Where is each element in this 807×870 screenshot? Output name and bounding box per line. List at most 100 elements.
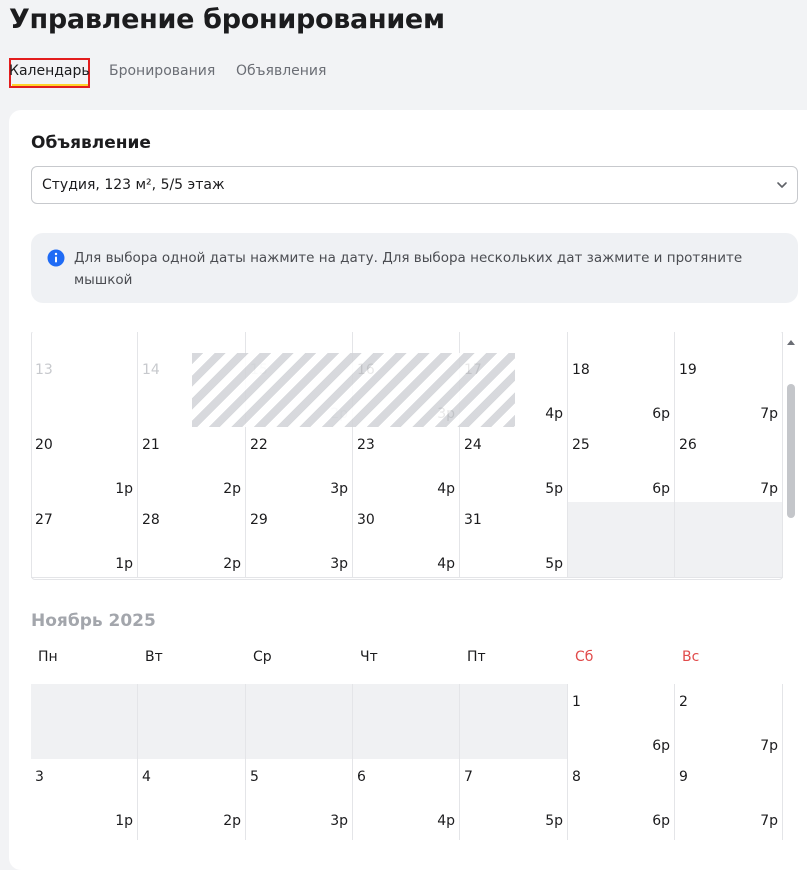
active-tab-underline: [12, 84, 88, 86]
scrollbar-thumb[interactable]: [787, 384, 795, 518]
calendar-empty-cell: [31, 684, 138, 760]
day-number: 29: [250, 512, 268, 528]
calendar-day-cell[interactable]: 28 2р: [138, 502, 246, 578]
calendar-day-cell[interactable]: 7 5р: [460, 759, 568, 835]
listing-select[interactable]: Студия, 123 м², 5/5 этаж: [31, 166, 798, 204]
calendar-empty-cell: [460, 684, 568, 760]
calendar-empty-cell: [246, 684, 353, 760]
day-number: 30: [357, 512, 375, 528]
calendar-day-cell[interactable]: 29 3р: [246, 502, 353, 578]
calendar-day-cell-clipped: [353, 834, 460, 840]
day-price: 6р: [652, 406, 670, 422]
day-price: 2р: [223, 556, 241, 572]
calendar-day-cell[interactable]: 13: [31, 352, 138, 428]
calendar-day-cell[interactable]: 15 2р: [246, 352, 353, 428]
calendar-day-cell-clipped: [246, 332, 353, 353]
day-number: 26: [679, 437, 697, 453]
day-number: 8: [572, 769, 581, 785]
day-number: 1: [572, 694, 581, 710]
day-price: 4р: [545, 406, 563, 422]
weekday-label: Вт: [145, 649, 163, 665]
day-price: 1р: [115, 556, 133, 572]
day-price: 1р: [115, 481, 133, 497]
calendar-day-cell[interactable]: 17 4р: [460, 352, 568, 428]
calendar-day-cell[interactable]: 25 6р: [568, 427, 675, 503]
tab-bookings[interactable]: Бронирования: [109, 63, 215, 79]
day-price: 7р: [760, 738, 778, 754]
calendar-day-cell[interactable]: 19 7р: [675, 352, 783, 428]
day-number: 19: [679, 362, 697, 378]
calendar-day-cell[interactable]: 5 3р: [246, 759, 353, 835]
day-number: 27: [35, 512, 53, 528]
calendar-day-cell[interactable]: 22 3р: [246, 427, 353, 503]
page-title: Управление бронированием: [9, 4, 445, 35]
day-number: 6: [357, 769, 366, 785]
day-price: 7р: [760, 481, 778, 497]
day-number: 25: [572, 437, 590, 453]
calendar-day-cell[interactable]: 2 7р: [675, 684, 783, 760]
calendar-day-cell[interactable]: 27 1р: [31, 502, 138, 578]
calendar-day-cell[interactable]: 18 6р: [568, 352, 675, 428]
tab-listings[interactable]: Объявления: [236, 63, 326, 79]
calendar-scroll-area[interactable]: 13 14 15 2р 16 3р 17 4р 18 6р 19 7р 20 1р 21 2р 22 3р 23 4р…: [31, 332, 783, 840]
calendar-day-cell[interactable]: 24 5р: [460, 427, 568, 503]
day-number: 17: [464, 362, 482, 378]
calendar-empty-cell: [138, 684, 246, 760]
day-price: 1р: [115, 813, 133, 829]
day-number: 15: [250, 362, 268, 378]
calendar-day-cell-clipped: [31, 332, 138, 353]
calendar-day-cell-clipped: [138, 834, 246, 840]
weekday-label: Сб: [575, 649, 594, 665]
day-number: 20: [35, 437, 53, 453]
weekday-label: Пн: [38, 649, 58, 665]
calendar-day-cell[interactable]: 31 5р: [460, 502, 568, 578]
calendar-day-cell-clipped: [460, 834, 568, 840]
day-number: 4: [142, 769, 151, 785]
calendar-day-cell-clipped: [246, 834, 353, 840]
day-number: 24: [464, 437, 482, 453]
day-number: 31: [464, 512, 482, 528]
calendar-day-cell[interactable]: 6 4р: [353, 759, 460, 835]
day-number: 5: [250, 769, 259, 785]
calendar-empty-cell: [675, 502, 783, 578]
calendar-day-cell[interactable]: 4 2р: [138, 759, 246, 835]
day-number: 7: [464, 769, 473, 785]
calendar-day-cell[interactable]: 26 7р: [675, 427, 783, 503]
calendar-day-cell[interactable]: 21 2р: [138, 427, 246, 503]
calendar-day-cell[interactable]: 1 6р: [568, 684, 675, 760]
day-price: 7р: [760, 813, 778, 829]
tabs-bar: Календарь Бронирования Объявления: [0, 58, 807, 94]
calendar-day-cell[interactable]: 3 1р: [31, 759, 138, 835]
day-price: 2р: [223, 813, 241, 829]
calendar-day-cell[interactable]: 9 7р: [675, 759, 783, 835]
weekday-label: Пт: [467, 649, 486, 665]
calendar-day-cell[interactable]: 30 4р: [353, 502, 460, 578]
calendar-day-cell[interactable]: 14: [138, 352, 246, 428]
calendar-day-cell[interactable]: 8 6р: [568, 759, 675, 835]
day-price: 4р: [437, 556, 455, 572]
day-price: 3р: [437, 406, 455, 422]
calendar-day-cell[interactable]: 20 1р: [31, 427, 138, 503]
weekday-label: Ср: [253, 649, 272, 665]
weekday-label: Вс: [682, 649, 700, 665]
weekday-label: Чт: [360, 649, 378, 665]
info-icon: [47, 249, 65, 267]
day-number: 22: [250, 437, 268, 453]
day-price: 5р: [545, 556, 563, 572]
info-text: Для выбора одной даты нажмите на дату. Д…: [74, 250, 743, 288]
calendar-day-cell[interactable]: 16 3р: [353, 352, 460, 428]
calendar-day-cell-clipped: [568, 332, 675, 353]
calendar-day-cell[interactable]: 23 4р: [353, 427, 460, 503]
scrollbar[interactable]: [783, 332, 799, 840]
day-number: 28: [142, 512, 160, 528]
day-price: 6р: [652, 738, 670, 754]
tab-calendar[interactable]: Календарь: [9, 63, 90, 79]
day-number: 2: [679, 694, 688, 710]
day-number: 16: [357, 362, 375, 378]
listing-select-value: Студия, 123 м², 5/5 этаж: [42, 177, 225, 193]
day-number: 14: [142, 362, 160, 378]
day-price: 6р: [652, 813, 670, 829]
day-number: 3: [35, 769, 44, 785]
scroll-up-arrow-icon[interactable]: [786, 338, 796, 346]
info-banner: Для выбора одной даты нажмите на дату. Д…: [31, 233, 798, 303]
